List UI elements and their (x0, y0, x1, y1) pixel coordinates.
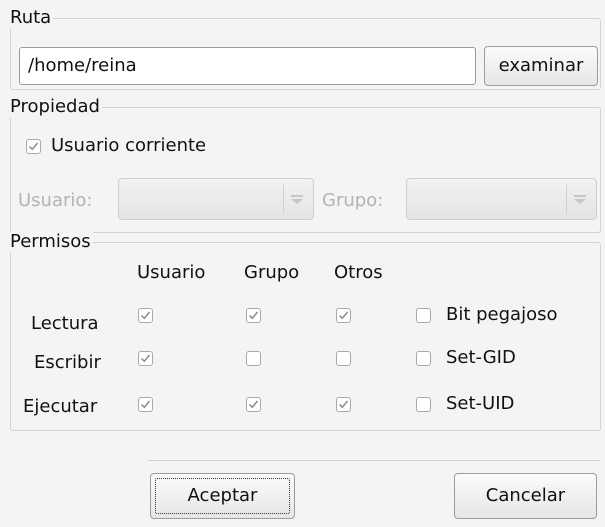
lectura-grupo-checkbox[interactable] (246, 308, 261, 323)
escribir-otros-checkbox[interactable] (336, 351, 351, 366)
lectura-otros-checkbox[interactable] (336, 308, 351, 323)
sticky-bit-checkbox[interactable] (416, 308, 431, 323)
current-user-checkbox[interactable] (26, 139, 41, 154)
ejecutar-otros-checkbox[interactable] (336, 397, 351, 412)
column-header-usuario: Usuario (137, 262, 206, 283)
button-separator (148, 460, 600, 461)
set-uid-checkbox[interactable] (416, 397, 431, 412)
set-gid-label: Set-GID (446, 347, 516, 368)
cancel-button[interactable]: Cancelar (454, 473, 597, 519)
current-user-label: Usuario corriente (51, 135, 207, 156)
ruta-group-title: Ruta (9, 7, 54, 29)
lectura-usuario-checkbox[interactable] (138, 308, 153, 323)
checkmark-icon (338, 311, 349, 320)
checkmark-icon (140, 400, 151, 409)
group-select-separator (566, 185, 567, 213)
sticky-bit-label: Bit pegajoso (446, 304, 558, 325)
path-input[interactable]: /home/reina (19, 47, 476, 85)
accept-button[interactable]: Aceptar (150, 473, 295, 519)
group-label: Grupo: (322, 190, 384, 211)
propiedad-group-title: Propiedad (9, 96, 102, 118)
permisos-group-title: Permisos (9, 231, 93, 253)
user-label: Usuario: (18, 190, 93, 211)
checkmark-icon (338, 400, 349, 409)
checkmark-icon (140, 354, 151, 363)
escribir-grupo-checkbox[interactable] (246, 351, 261, 366)
browse-button[interactable]: examinar (484, 46, 598, 86)
column-header-grupo: Grupo (244, 262, 300, 283)
group-select[interactable] (406, 178, 597, 220)
escribir-usuario-checkbox[interactable] (138, 351, 153, 366)
user-select[interactable] (118, 178, 314, 220)
checkmark-icon (248, 400, 259, 409)
checkmark-icon (140, 311, 151, 320)
set-uid-label: Set-UID (446, 393, 515, 414)
user-select-separator (283, 185, 284, 213)
column-header-otros: Otros (334, 262, 383, 283)
checkmark-icon (248, 311, 259, 320)
checkmark-icon (28, 142, 39, 151)
row-label-escribir: Escribir (34, 352, 101, 373)
chevron-down-icon (291, 195, 303, 204)
row-label-ejecutar: Ejecutar (23, 396, 98, 417)
ejecutar-usuario-checkbox[interactable] (138, 397, 153, 412)
chevron-down-icon (574, 195, 586, 204)
set-gid-checkbox[interactable] (416, 351, 431, 366)
row-label-lectura: Lectura (31, 313, 99, 334)
accept-button-label: Aceptar (187, 485, 258, 506)
ejecutar-grupo-checkbox[interactable] (246, 397, 261, 412)
